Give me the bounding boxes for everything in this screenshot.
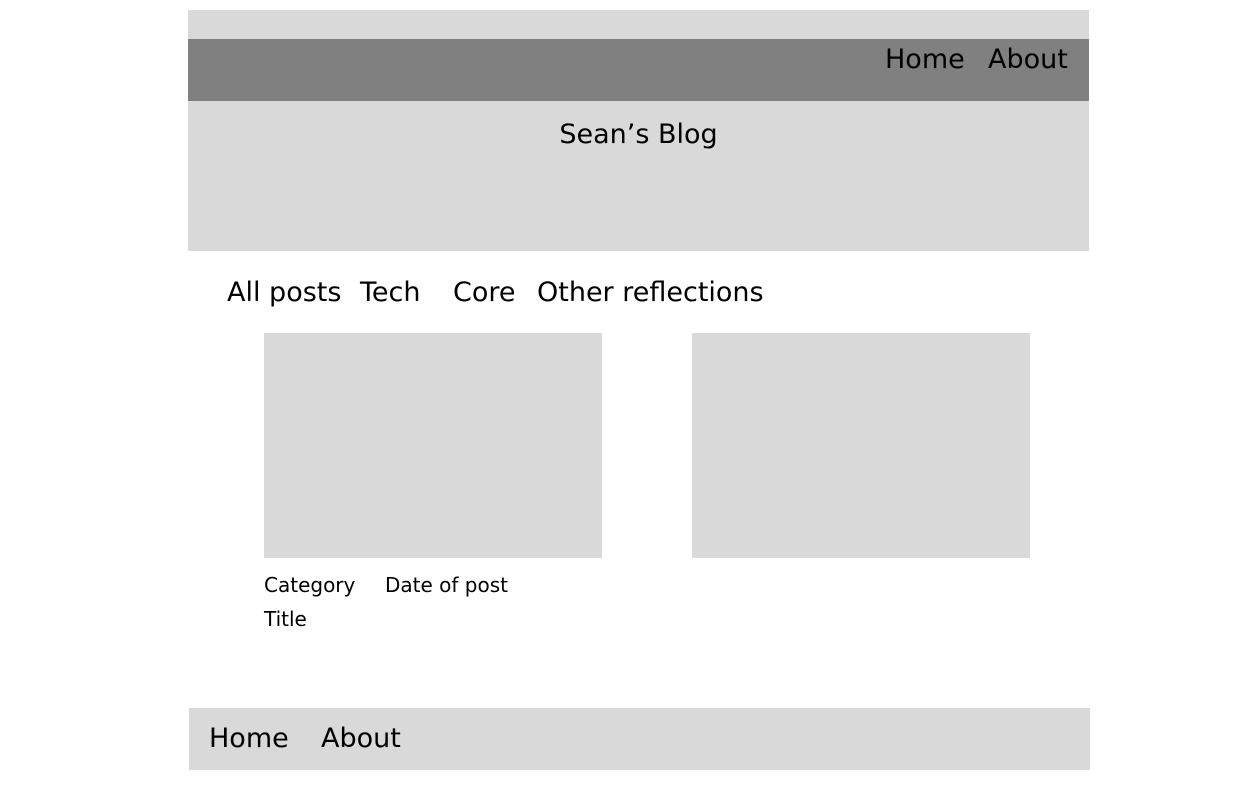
blog-title: Sean’s Blog <box>559 119 718 150</box>
tab-tech[interactable]: Tech <box>360 276 420 310</box>
top-nav-home-link[interactable]: Home <box>885 44 965 76</box>
post-category: Category <box>264 573 356 597</box>
footer-about-link[interactable]: About <box>321 722 401 756</box>
post-thumbnail[interactable] <box>264 333 602 558</box>
post-thumbnail[interactable] <box>692 333 1030 558</box>
tab-all-posts[interactable]: All posts <box>227 276 341 310</box>
tab-other-reflections[interactable]: Other reflections <box>537 276 764 310</box>
tab-core[interactable]: Core <box>453 276 516 310</box>
top-nav-about-link[interactable]: About <box>988 44 1068 76</box>
footer-home-link[interactable]: Home <box>209 722 289 756</box>
post-title[interactable]: Title <box>264 607 307 631</box>
post-date: Date of post <box>385 573 508 597</box>
